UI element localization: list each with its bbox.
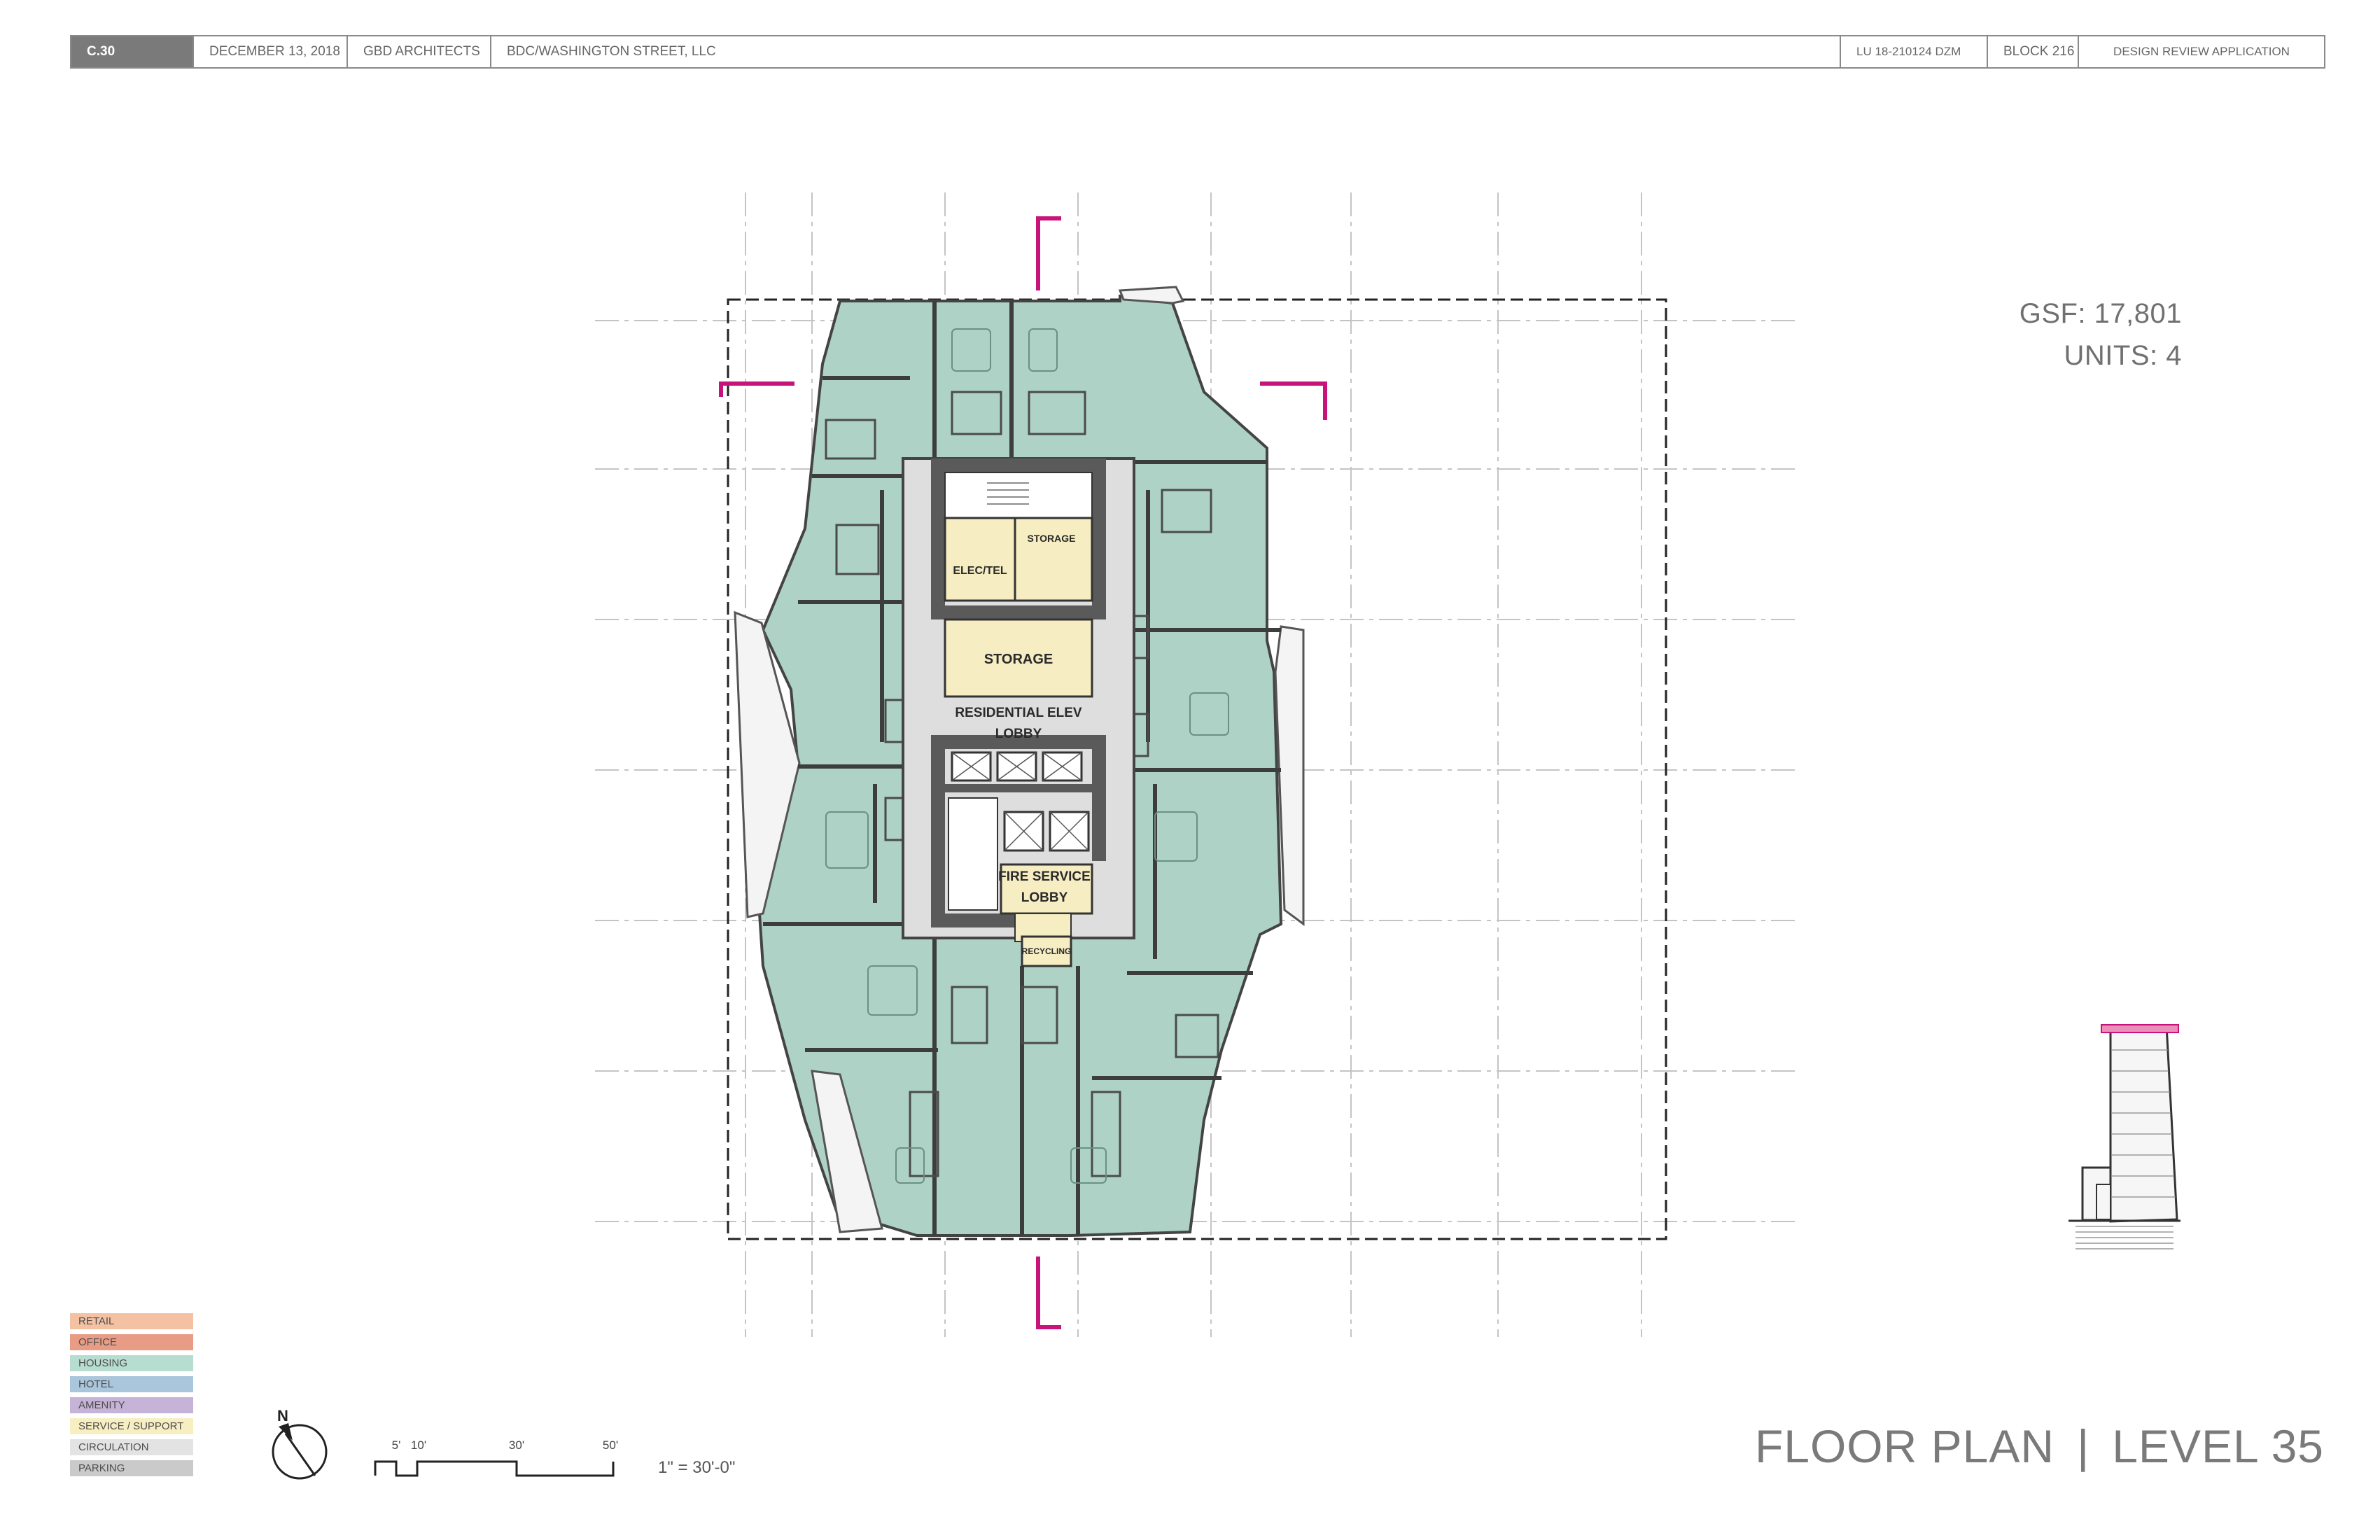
legend-housing: HOUSING (70, 1355, 193, 1371)
storage-small-room (1014, 517, 1093, 602)
section-marker-east (1260, 382, 1327, 420)
scale-tick-5: 5' (392, 1438, 401, 1452)
storage-small-label: STORAGE (1028, 533, 1076, 544)
legend-parking: PARKING (70, 1460, 193, 1476)
sheet-title-right: LEVEL 35 (2112, 1420, 2324, 1472)
res-lobby-label-2: LOBBY (995, 727, 1042, 741)
section-marker-north (1036, 216, 1061, 290)
legend-amenity: AMENITY (70, 1397, 193, 1413)
sheet-title-separator: | (2077, 1420, 2090, 1472)
scale-tick-50: 50' (603, 1438, 618, 1452)
section-marker-west (719, 382, 794, 397)
legend-service-support: SERVICE / SUPPORT (70, 1418, 193, 1434)
fire-lobby-label-2: LOBBY (1021, 890, 1068, 905)
elec-tel-label: ELEC/TEL (953, 565, 1007, 577)
scale-bar (374, 1460, 615, 1477)
res-lobby-label-1: RESIDENTIAL ELEV (955, 706, 1082, 720)
storage-main-label: STORAGE (984, 652, 1054, 667)
color-legend: RETAIL OFFICE HOUSING HOTEL AMENITY SERV… (70, 1313, 193, 1481)
sheet-title: FLOOR PLAN | LEVEL 35 (1755, 1420, 2324, 1473)
section-marker-south (1036, 1256, 1061, 1329)
scale-tick-30: 30' (509, 1438, 524, 1452)
key-plan-tower (2068, 1024, 2180, 1250)
units-value: UNITS: 4 (2064, 340, 2182, 371)
north-label: N (277, 1407, 288, 1424)
gsf-value: GSF: 17,801 (2019, 298, 2182, 329)
legend-hotel: HOTEL (70, 1376, 193, 1392)
scale-label: 1" = 30'-0" (658, 1458, 736, 1477)
scale-tick-10: 10' (411, 1438, 426, 1452)
floor-plan-drawing: STORAGE ELEC/TEL STORAGE RESIDENTIAL ELE… (272, 192, 2180, 1480)
elec-tel-room (944, 517, 1016, 602)
legend-retail: RETAIL (70, 1313, 193, 1329)
stair-north (944, 472, 1093, 519)
legend-office: OFFICE (70, 1334, 193, 1350)
legend-circulation: CIRCULATION (70, 1439, 193, 1455)
fire-lobby-label-1: FIRE SERVICE (998, 869, 1091, 884)
sheet-title-left: FLOOR PLAN (1754, 1420, 2055, 1472)
key-plan-level-highlight (2101, 1024, 2179, 1033)
ne-balcony (1118, 286, 1185, 304)
area-stats: GSF: 17,801 UNITS: 4 (2019, 293, 2182, 377)
north-arrow: N (272, 1407, 328, 1480)
stair-south (948, 797, 998, 911)
recycling-label: RECYCLING (1022, 946, 1072, 956)
